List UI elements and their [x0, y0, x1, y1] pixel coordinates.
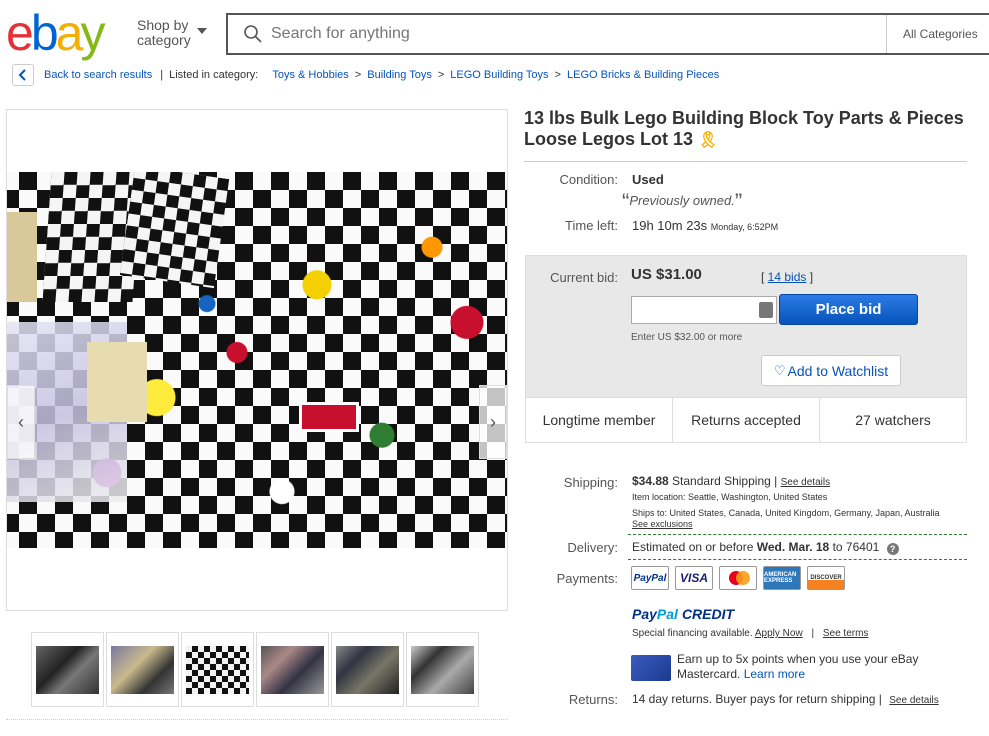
visa-logo: VISA	[675, 566, 713, 590]
main-product-image[interactable]: ‹ ›	[7, 172, 507, 548]
mastercard-promo: Earn up to 5x points when you use your e…	[677, 652, 919, 681]
delivery-label: Delivery:	[567, 540, 618, 555]
breadcrumb-item-lego-bricks[interactable]: LEGO Bricks & Building Pieces	[567, 69, 719, 81]
global-header: ebay Shop by category All Categories	[0, 0, 989, 62]
time-left-value: 19h 10m 23s Monday, 6:52PM	[632, 218, 779, 233]
search-icon	[243, 24, 263, 44]
add-to-watchlist-button[interactable]: ♡ Add to Watchlist	[761, 355, 901, 386]
seller-signals: Longtime member Returns accepted 27 watc…	[526, 397, 966, 442]
thumbnail[interactable]	[406, 632, 479, 707]
thumbnail[interactable]	[331, 632, 404, 707]
back-arrow-icon[interactable]	[12, 64, 34, 86]
paypal-credit-logo: PayPal CREDIT	[632, 606, 735, 622]
thumbnail[interactable]	[181, 632, 254, 707]
shipping-label: Shipping:	[563, 475, 618, 490]
bid-history-link[interactable]: 14 bids	[768, 270, 807, 284]
item-location: Item location: Seattle, Washington, Unit…	[632, 492, 828, 502]
thumbnail[interactable]	[106, 632, 179, 707]
financing-info: Special financing available. Apply Now |…	[632, 628, 869, 639]
image-gallery: ‹ ›	[6, 109, 508, 611]
breadcrumb-item-toys-hobbies[interactable]: Toys & Hobbies	[272, 69, 348, 81]
ribbon-icon: 🎗	[698, 132, 719, 149]
signal-longtime-member: Longtime member	[526, 398, 673, 442]
bid-count: [ 14 bids ]	[761, 270, 814, 284]
discover-logo: DISCOVER	[807, 566, 845, 590]
condition-value: Used	[632, 172, 664, 187]
search-input[interactable]	[271, 16, 871, 52]
heart-icon: ♡	[773, 362, 786, 378]
returns-details-link[interactable]: See details	[889, 695, 938, 706]
back-to-search-link[interactable]: Back to search results	[44, 69, 152, 81]
see-terms-link[interactable]: See terms	[823, 628, 869, 639]
condition-label: Condition:	[559, 172, 618, 187]
current-bid-value: US $31.00	[631, 266, 702, 283]
breadcrumb-item-lego-building-toys[interactable]: LEGO Building Toys	[450, 69, 548, 81]
item-title: 13 lbs Bulk Lego Building Block Toy Part…	[524, 108, 964, 149]
learn-more-link[interactable]: Learn more	[744, 667, 805, 681]
bid-amount-input[interactable]	[631, 296, 777, 324]
ships-to: Ships to: United States, Canada, United …	[632, 508, 940, 529]
ebay-mastercard-icon	[631, 655, 671, 681]
thumbnail[interactable]	[31, 632, 104, 707]
divider	[628, 534, 967, 535]
delivery-value: Estimated on or before Wed. Mar. 18 to 7…	[632, 540, 899, 555]
chevron-down-icon	[197, 28, 207, 34]
shop-by-category-button[interactable]: Shop by category	[137, 17, 207, 48]
time-left-label: Time left:	[565, 218, 618, 233]
signal-returns-accepted: Returns accepted	[673, 398, 820, 442]
ebay-logo[interactable]: ebay	[6, 8, 105, 58]
prev-image-button[interactable]: ‹	[7, 385, 35, 459]
next-image-button[interactable]: ›	[479, 385, 507, 459]
end-time: Monday, 6:52PM	[710, 222, 779, 232]
returns-value: 14 day returns. Buyer pays for return sh…	[632, 692, 939, 706]
divider	[628, 559, 967, 560]
category-label: category	[137, 32, 191, 48]
divider	[524, 161, 967, 162]
calculator-icon	[759, 302, 773, 318]
signal-watchers: 27 watchers	[855, 412, 931, 428]
help-icon[interactable]: ?	[886, 543, 899, 555]
shipping-details-link[interactable]: See details	[781, 477, 830, 488]
search-bar: All Categories	[226, 13, 989, 55]
breadcrumb-item-building-toys[interactable]: Building Toys	[367, 69, 432, 81]
mastercard-logo	[719, 566, 757, 590]
category-select[interactable]: All Categories	[886, 15, 989, 53]
shipping-value: $34.88 Standard Shipping | See details	[632, 474, 831, 488]
min-bid-note: Enter US $32.00 or more	[631, 332, 743, 343]
place-bid-button[interactable]: Place bid	[779, 294, 918, 325]
paypal-logo: PayPal	[631, 566, 669, 590]
shop-by-label: Shop by	[137, 17, 189, 33]
payments-label: Payments:	[556, 571, 618, 586]
returns-label: Returns:	[568, 692, 618, 707]
amex-logo: AMERICAN EXPRESS	[763, 566, 801, 590]
breadcrumb: Back to search results | Listed in categ…	[12, 64, 719, 86]
condition-description: “Previously owned.”	[622, 189, 743, 214]
thumbnail-strip	[31, 632, 479, 707]
listed-in-label: Listed in category:	[169, 69, 259, 81]
divider	[6, 719, 508, 720]
thumbnail[interactable]	[256, 632, 329, 707]
see-exclusions-link[interactable]: See exclusions	[632, 519, 693, 529]
apply-now-link[interactable]: Apply Now	[755, 628, 803, 639]
current-bid-label: Current bid:	[550, 270, 618, 285]
payment-logos: PayPal VISA AMERICAN EXPRESS DISCOVER	[631, 566, 845, 590]
